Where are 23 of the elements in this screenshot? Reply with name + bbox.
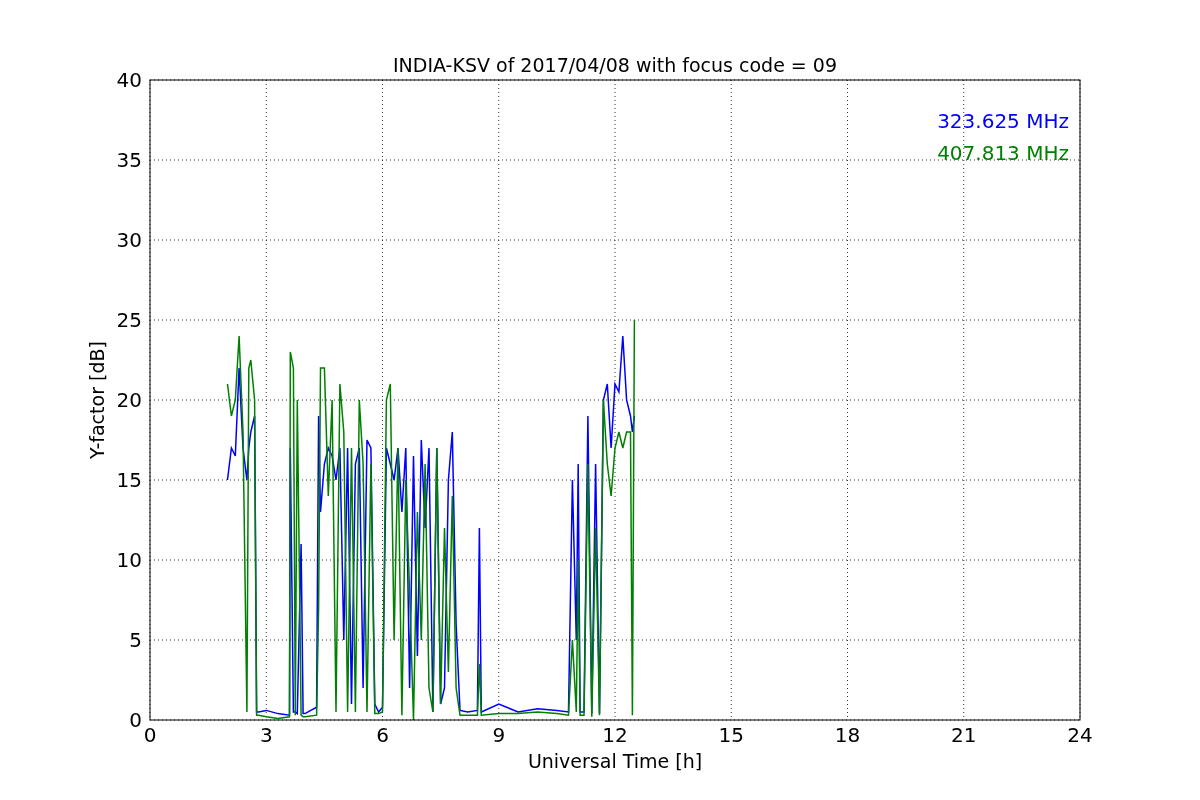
y-tick-label: 40 [116,68,142,92]
y-tick-label: 25 [116,308,142,332]
x-tick-label: 0 [143,723,157,747]
legend-label: 323.625 MHz [937,109,1069,133]
y-tick-label: 15 [116,468,142,492]
y-tick-label: 10 [116,548,142,572]
y-tick-label: 20 [116,388,142,412]
x-tick-label: 12 [602,723,628,747]
x-tick-label: 15 [718,723,744,747]
x-axis-label: Universal Time [h] [527,750,703,772]
chart-title: INDIA-KSV of 2017/04/08 with focus code = 09 [393,54,837,76]
legend-label: 407.813 MHz [937,141,1069,165]
y-tick-label: 35 [116,148,142,172]
x-tick-label: 21 [951,723,977,747]
x-tick-label: 6 [376,723,389,747]
y-tick-label: 30 [116,228,142,252]
x-tick-label: 24 [1067,723,1093,747]
x-tick-label: 9 [492,723,506,747]
x-tick-label: 18 [834,723,861,747]
y-axis-label: Y-factor [dB] [86,341,108,459]
y-tick-label: 5 [129,628,142,652]
y-tick-label: 0 [129,708,142,732]
x-tick-label: 3 [259,723,273,747]
